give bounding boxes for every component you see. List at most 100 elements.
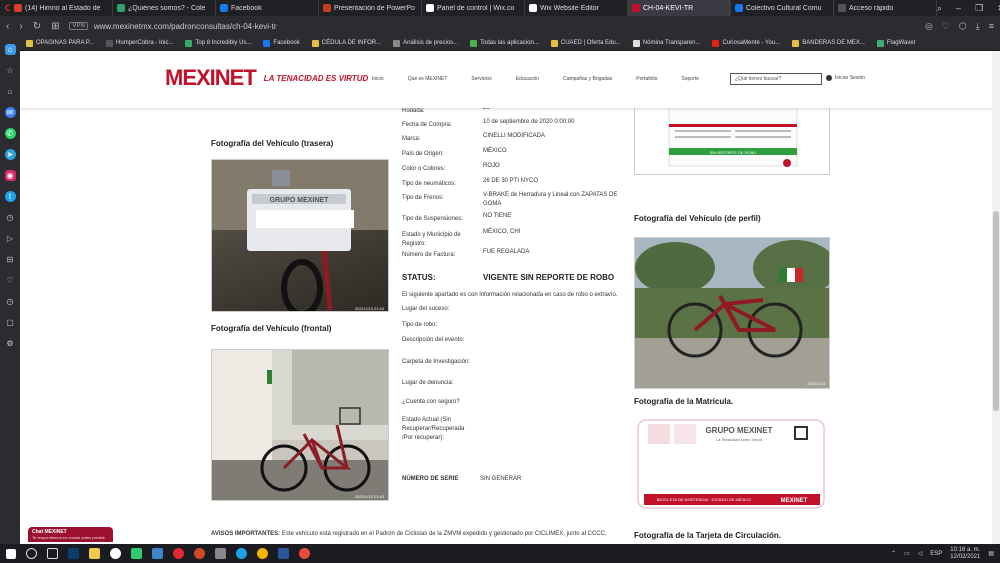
minimize-button[interactable]: –	[956, 3, 961, 14]
browser-tab[interactable]: Presentación de PowerPo	[319, 0, 422, 16]
chat-widget[interactable]: Chat MEXINET Te respondemos en cuanto an…	[28, 527, 113, 542]
bag-icon[interactable]: ⊟	[5, 254, 16, 265]
nav-item[interactable]: Inicio	[372, 76, 384, 82]
photo-front[interactable]: 2021/1/13 21:43	[211, 349, 389, 501]
tab-label: Presentación de PowerPo	[334, 4, 415, 12]
bookmark-item[interactable]: Análisis de precios...	[393, 39, 458, 47]
photo-rear[interactable]: GRUPO MEXINET 2021/1/13 21:43	[211, 159, 389, 312]
instagram-icon[interactable]: ◉	[4, 170, 16, 181]
bookmark-item[interactable]: CÉDULA DE INFOR...	[311, 39, 381, 47]
telegram-icon[interactable]: ➤	[4, 149, 16, 160]
browser-tab[interactable]: (14) Himno al Estado de	[10, 0, 113, 16]
browser-tab[interactable]: Facebook	[216, 0, 319, 16]
notifications-icon[interactable]: ▤	[988, 550, 994, 557]
site-search-input[interactable]: ¿Qué tienes buscar?	[730, 73, 822, 85]
scrollbar-thumb[interactable]	[993, 211, 999, 411]
nav-item[interactable]: Soporte	[681, 76, 699, 82]
history-icon[interactable]: ⌂	[5, 86, 16, 97]
browser-tab[interactable]: CH-04-KEVI-TR	[628, 0, 731, 16]
wordpress-icon[interactable]	[110, 548, 121, 559]
box-icon[interactable]: ▢	[5, 317, 16, 328]
opera-icon[interactable]	[173, 548, 184, 559]
bike-rear-illustration: GRUPO MEXINET 2021/1/13 21:43	[212, 160, 388, 311]
clock2-icon[interactable]: ◷	[5, 296, 16, 307]
clock-icon[interactable]: ◷	[5, 212, 16, 223]
mail-icon[interactable]	[152, 548, 163, 559]
app-icon[interactable]	[299, 548, 310, 559]
nav-item[interactable]: Campañas y Brigadas	[563, 76, 612, 82]
photo-plate[interactable]: GRUPO MEXINET La Tenacidad como Virtud B…	[634, 418, 830, 512]
field-value: 10 de septiembre de 2020 0:00:00	[483, 119, 575, 125]
download-icon[interactable]: ⤓	[976, 21, 980, 32]
bookmark-label: Nómina Transparen...	[642, 40, 701, 46]
mexinet-logo[interactable]: MEXINET LA TENACIDAD ES VIRTUD	[165, 65, 368, 91]
search-tabs-icon[interactable]: ⌕	[937, 3, 942, 14]
nav-item[interactable]: Portafolio	[636, 76, 657, 82]
browser-tab[interactable]: Acceso rápido	[834, 0, 937, 16]
twitter-icon[interactable]: t	[4, 191, 16, 202]
maximize-button[interactable]: ❐	[975, 3, 983, 14]
bookmark-icon[interactable]: ♡	[942, 21, 950, 32]
field-label: Fecha de Compra:	[402, 122, 452, 128]
nav-item[interactable]: Qué es MEXINET	[408, 76, 448, 82]
camera-icon[interactable]: ◎	[925, 21, 933, 32]
photo-document[interactable]: SIN REPORTE DE ROBO	[634, 99, 830, 175]
messenger-icon[interactable]: ✉	[4, 107, 16, 118]
photoshop-icon[interactable]	[68, 548, 79, 559]
network-icon[interactable]: ▭	[904, 550, 910, 557]
speed-dial-icon[interactable]: ⌂	[4, 44, 16, 55]
browser-tab[interactable]: Panel de control | Wix.co	[422, 0, 525, 16]
file-explorer-icon[interactable]	[89, 548, 100, 559]
bookmark-item[interactable]: HumperCobra - Inic...	[106, 39, 173, 47]
bookmark-item[interactable]: Todas las aplicacion...	[470, 39, 539, 47]
bookmark-item[interactable]: Nómina Transparen...	[632, 39, 701, 47]
clock[interactable]: 10:16 a. m. 12/02/2021	[950, 547, 980, 561]
browser-tab[interactable]: Colectivo Cultural Comu	[731, 0, 834, 16]
send-icon[interactable]: ▷	[5, 233, 16, 244]
language-indicator[interactable]: ESP	[930, 551, 942, 557]
powerpoint-icon[interactable]	[194, 548, 205, 559]
nav-item[interactable]: Educación	[516, 76, 539, 82]
back-icon[interactable]: ‹	[6, 21, 9, 32]
nav-item[interactable]: Servicios	[471, 76, 491, 82]
logo-tagline: LA TENACIDAD ES VIRTUD	[263, 73, 369, 83]
plate-subtitle: La Tenacidad como Virtud	[716, 437, 762, 442]
bookmark-item[interactable]: Top 8 Incredibly Us...	[185, 39, 251, 47]
search-icon[interactable]	[26, 548, 37, 559]
word-icon[interactable]	[278, 548, 289, 559]
bookmark-item[interactable]: FlagWaver	[876, 39, 916, 47]
bookmark-label: Todas las aplicacion...	[480, 40, 539, 46]
settings-icon[interactable]: ⚙	[5, 338, 16, 349]
volume-icon[interactable]: ◁	[918, 550, 923, 557]
edge-icon[interactable]	[236, 548, 247, 559]
vectornator-icon[interactable]	[131, 548, 142, 559]
bookmark-item[interactable]: CUAED | Oferta Edu...	[550, 39, 621, 47]
reload-icon[interactable]: ↻	[33, 21, 41, 32]
extensions-icon[interactable]: ⬡	[959, 21, 967, 32]
forward-icon[interactable]: ›	[19, 21, 22, 32]
home-icon[interactable]: ⊞	[51, 21, 59, 32]
page-scrollbar[interactable]	[992, 51, 1000, 544]
whatsapp-icon[interactable]: ✆	[4, 128, 16, 139]
bookmark-item[interactable]: BANDERAS DE MEX...	[792, 39, 865, 47]
heart-icon[interactable]: ♡	[5, 275, 16, 286]
easy-setup-icon[interactable]: ≡	[989, 21, 994, 32]
vpn-badge[interactable]: VPN	[69, 22, 88, 30]
login-link[interactable]: Iniciar Sesión	[826, 75, 865, 81]
windows-start-icon[interactable]	[6, 548, 16, 559]
bookmark-item[interactable]: OPAGINAS PARA P...	[26, 39, 94, 47]
url-field[interactable]: VPN www.mexinetmx.com/padronconsultas/ch…	[69, 19, 914, 33]
opera-menu-button[interactable]: O	[0, 0, 10, 16]
task-view-icon[interactable]	[47, 548, 58, 559]
photo-profile[interactable]: 2021/1/13	[634, 237, 830, 389]
chrome-icon[interactable]	[257, 548, 268, 559]
system-tray: ⌃ ▭ ◁ ESP 10:16 a. m. 12/02/2021 ▤	[891, 547, 1000, 561]
star-icon[interactable]: ☆	[5, 65, 16, 76]
browser-tab[interactable]: Wix Website Editor	[525, 0, 628, 16]
bookmark-item[interactable]: CuriosaMente - You...	[712, 39, 780, 47]
calculator-icon[interactable]	[215, 548, 226, 559]
bookmark-item[interactable]: Facebook	[263, 39, 300, 47]
status-value: VIGENTE SIN REPORTE DE ROBO	[483, 273, 615, 282]
tray-chevron-icon[interactable]: ⌃	[891, 550, 896, 557]
browser-tab[interactable]: ¿Quiénes somos? - Cole	[113, 0, 216, 16]
